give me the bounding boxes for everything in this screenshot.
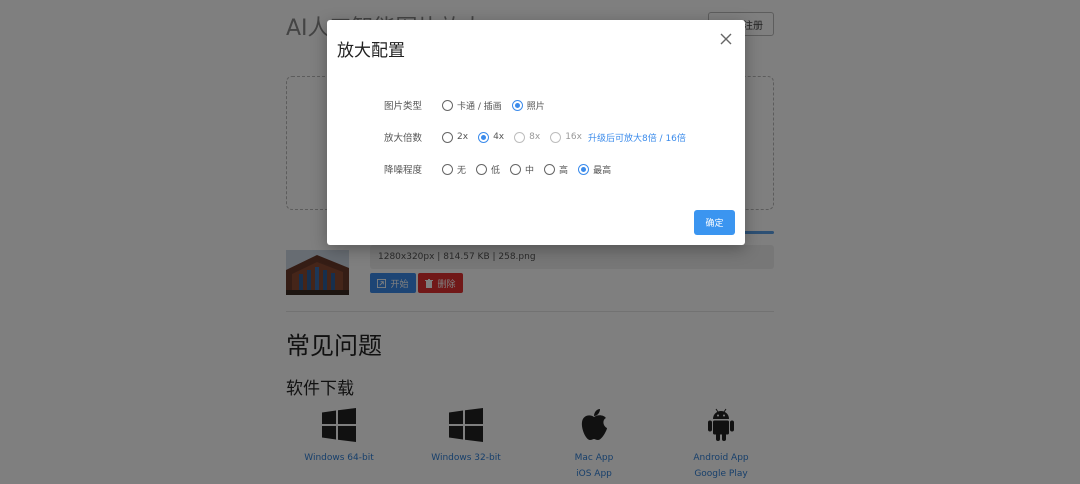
upgrade-link[interactable]: 升级后可放大8倍 / 16倍 [588, 131, 686, 144]
upscale-config-dialog: 放大配置 图片类型 卡通 / 插画 照片 放大倍数 2x 4x 8x 16x 升… [327, 20, 745, 245]
radio-button-disabled [514, 131, 526, 143]
option-label: 高 [559, 165, 569, 176]
image-type-row: 图片类型 卡通 / 插画 照片 [327, 96, 745, 114]
radio-button-selected[interactable] [511, 99, 523, 111]
option-label: 照片 [526, 101, 545, 112]
option-label: 4x [493, 132, 505, 142]
denoise-option-none[interactable]: 无 [442, 163, 466, 176]
denoise-option-medium[interactable]: 中 [510, 163, 534, 176]
radio-button[interactable] [510, 163, 522, 175]
radio-button[interactable] [476, 163, 488, 175]
option-label: 低 [491, 165, 501, 176]
denoise-label: 降噪程度 [384, 165, 423, 176]
radio-button-selected[interactable] [578, 163, 590, 175]
close-icon[interactable] [719, 32, 733, 46]
option-label: 2x [457, 132, 469, 142]
option-label: 最高 [593, 165, 612, 176]
radio-button[interactable] [442, 99, 453, 111]
image-type-option-cartoon[interactable]: 卡通 / 插画 [442, 99, 502, 112]
scale-option-8x: 8x [514, 131, 541, 143]
image-type-label: 图片类型 [384, 101, 423, 112]
denoise-option-highest[interactable]: 最高 [578, 163, 611, 176]
scale-option-2x[interactable]: 2x [442, 131, 469, 143]
radio-button-disabled [550, 131, 562, 143]
denoise-option-high[interactable]: 高 [544, 163, 568, 176]
confirm-button[interactable]: 确定 [694, 210, 735, 235]
scale-label: 放大倍数 [384, 133, 423, 144]
option-label: 16x [565, 132, 582, 142]
denoise-row: 降噪程度 无 低 中 高 最高 [327, 160, 745, 178]
scale-row: 放大倍数 2x 4x 8x 16x 升级后可放大8倍 / 16倍 [327, 128, 745, 146]
radio-button-selected[interactable] [478, 131, 490, 143]
image-type-option-photo[interactable]: 照片 [511, 99, 545, 112]
denoise-option-low[interactable]: 低 [476, 163, 500, 176]
option-label: 中 [525, 165, 535, 176]
scale-option-4x[interactable]: 4x [478, 131, 505, 143]
radio-button[interactable] [442, 131, 453, 143]
option-label: 8x [529, 132, 541, 142]
dialog-title: 放大配置 [337, 41, 405, 61]
option-label: 卡通 / 插画 [457, 101, 502, 112]
option-label: 无 [457, 165, 467, 176]
radio-button[interactable] [442, 163, 453, 175]
radio-button[interactable] [544, 163, 556, 175]
scale-option-16x: 16x [550, 131, 582, 143]
